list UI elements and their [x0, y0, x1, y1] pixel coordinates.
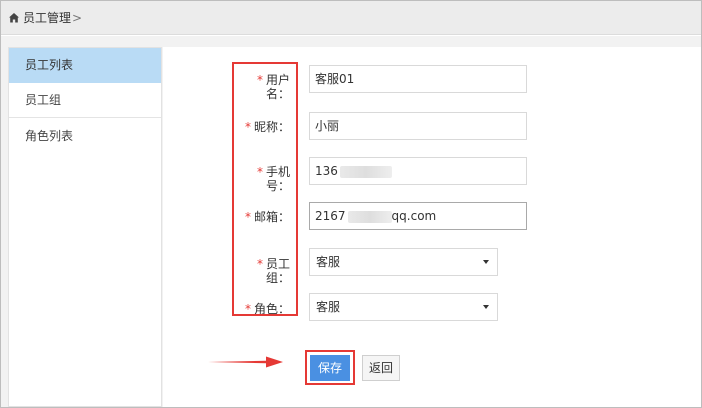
chevron-down-icon: [483, 260, 489, 264]
pointer-arrow-icon: [208, 356, 283, 368]
group-select[interactable]: 客服: [309, 248, 498, 276]
breadcrumb-bar: 员工管理 >: [1, 1, 701, 35]
chevron-down-icon: [483, 305, 489, 309]
sidebar-item-employee-group[interactable]: 员工组: [9, 83, 161, 118]
home-icon[interactable]: [8, 12, 20, 24]
nickname-field[interactable]: 小丽: [309, 112, 527, 140]
redacted-blur: [339, 165, 392, 178]
breadcrumb-current[interactable]: 员工管理: [23, 10, 71, 26]
phone-field[interactable]: 136: [309, 157, 527, 185]
username-field[interactable]: 客服01: [309, 65, 527, 93]
email-field[interactable]: 2167 qq.com: [309, 202, 527, 230]
sidebar: 员工列表 员工组 角色列表: [8, 47, 162, 407]
redacted-blur: [347, 210, 392, 223]
role-select[interactable]: 客服: [309, 293, 498, 321]
back-button[interactable]: 返回: [362, 355, 400, 381]
labels-highlight-box: [232, 62, 298, 316]
sidebar-item-employee-list[interactable]: 员工列表: [9, 48, 161, 83]
breadcrumb-separator: >: [72, 11, 83, 25]
sidebar-item-role-list[interactable]: 角色列表: [9, 119, 161, 154]
save-button[interactable]: 保存: [310, 355, 350, 381]
